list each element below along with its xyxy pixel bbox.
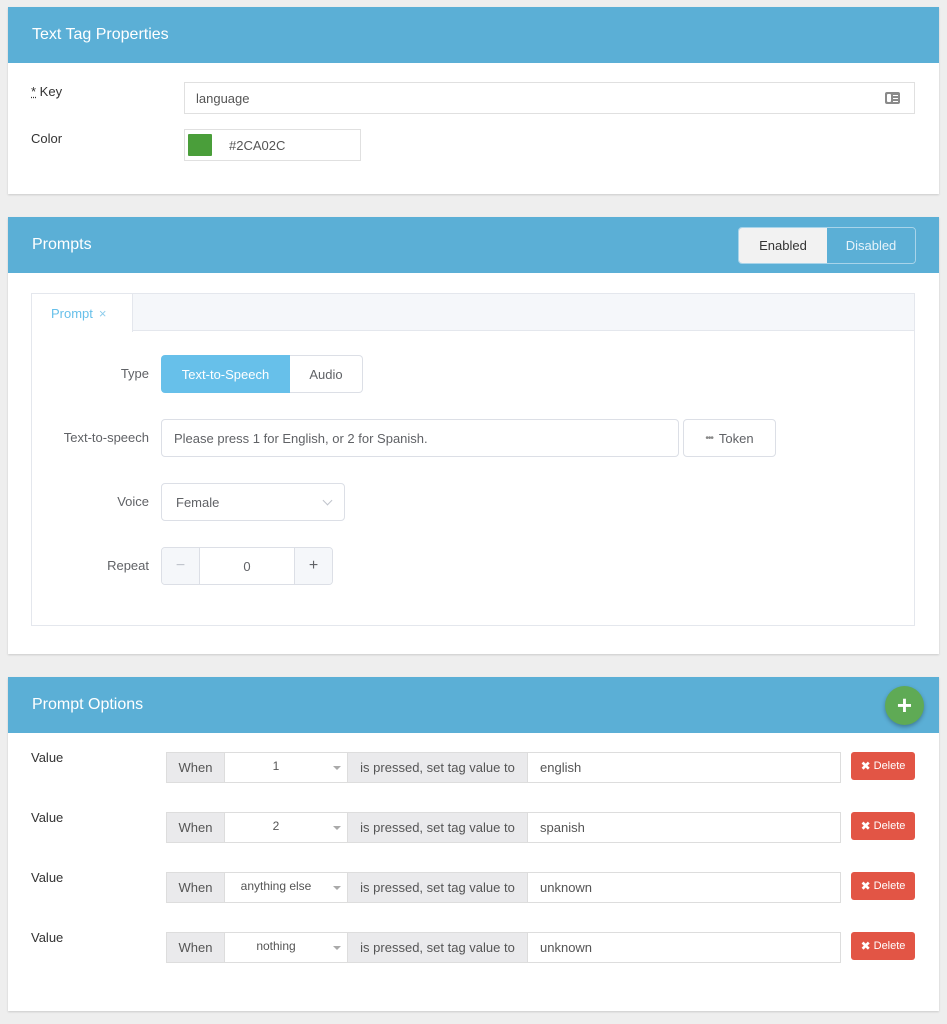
plus-icon: + [896,689,913,720]
text-tag-properties-panel: Text Tag Properties * Key language Color… [8,7,939,194]
delete-label: Delete [873,940,906,952]
caret-down-icon [333,946,341,950]
delete-label: Delete [873,880,906,892]
enabled-toggle[interactable]: Enabled Disabled [738,227,916,264]
tab-label: Prompt [51,305,93,321]
key-select[interactable]: nothing [225,933,348,962]
tab-strip: Prompt × [32,294,914,332]
tag-value: unknown [540,880,593,895]
when-addon: When [167,813,225,842]
type-option-tts[interactable]: Text-to-Speech [161,355,290,393]
tts-input-value: Please press 1 for English, or 2 for Spa… [174,430,428,446]
delete-label: Delete [873,820,906,832]
contact-card-icon[interactable] [885,92,900,104]
type-option-audio[interactable]: Audio [290,355,363,393]
pressed-addon: is pressed, set tag value to [348,753,528,782]
tag-value-input[interactable]: unknown [528,873,840,902]
option-row: Value When nothing is pressed, set tag v… [8,930,939,963]
panel-title: Prompt Options [32,696,144,713]
option-input-group: When anything else is pressed, set tag v… [166,872,841,903]
enabled-button[interactable]: Enabled [739,228,827,263]
key-input[interactable]: language [184,82,915,114]
option-row: Value When anything else is pressed, set… [8,870,939,903]
voice-select[interactable]: Female [161,483,345,521]
caret-down-icon [333,826,341,830]
option-row: Value When 1 is pressed, set tag value t… [8,750,939,783]
close-icon: ✖ [860,879,871,893]
close-icon: ✖ [860,939,871,953]
value-label: Value [31,930,64,945]
chevron-down-icon [322,495,333,506]
panel-header: Prompts Enabled Disabled [8,217,939,273]
repeat-label: Repeat [107,558,149,573]
key-input-value: language [196,90,250,106]
delete-button[interactable]: ✖ Delete [851,932,915,960]
voice-value: Female [176,494,220,510]
panel-title: Text Tag Properties [32,26,169,43]
caret-down-icon [333,886,341,890]
decrement-button[interactable]: − [162,548,200,584]
when-addon: When [167,933,225,962]
key-select[interactable]: 2 [225,813,348,842]
value-label: Value [31,750,64,765]
key-select[interactable]: 1 [225,753,348,782]
delete-label: Delete [873,760,906,772]
tag-value-input[interactable]: unknown [528,933,840,962]
tag-value-input[interactable]: english [528,753,840,782]
pressed-addon: is pressed, set tag value to [348,813,528,842]
key-select-value: 2 [272,819,280,833]
value-label: Value [31,810,64,825]
key-label: * Key [31,84,63,99]
ellipsis-icon: ••• [705,432,713,444]
color-swatch[interactable] [188,134,212,156]
tag-value: unknown [540,940,593,955]
when-addon: When [167,753,225,782]
close-icon: ✖ [860,759,871,773]
prompt-tabs: Prompt × Type Text-to-Speech Audio Text-… [31,293,915,626]
panel-title: Prompts [32,236,92,253]
panel-header: Text Tag Properties [8,7,939,63]
prompt-options-panel: Prompt Options + Value When 1 is pressed… [8,677,939,1011]
when-addon: When [167,873,225,902]
repeat-value[interactable]: 0 [200,548,294,584]
delete-button[interactable]: ✖ Delete [851,752,915,780]
delete-button[interactable]: ✖ Delete [851,812,915,840]
close-icon[interactable]: × [99,306,107,321]
panel-header: Prompt Options + [8,677,939,733]
option-row: Value When 2 is pressed, set tag value t… [8,810,939,843]
token-button[interactable]: ••• Token [683,419,776,457]
voice-label: Voice [117,494,149,509]
value-label: Value [31,870,64,885]
color-value: #2CA02C [229,137,286,153]
increment-button[interactable]: + [294,548,332,584]
key-select-value: nothing [256,939,296,953]
tag-value: english [540,760,582,775]
caret-down-icon [333,766,341,770]
option-input-group: When nothing is pressed, set tag value t… [166,932,841,963]
repeat-stepper: − 0 + [161,547,333,585]
type-segmented-control: Text-to-Speech Audio [161,355,363,393]
key-select-value: anything else [240,879,312,893]
key-select[interactable]: anything else [225,873,348,902]
key-select-value: 1 [272,759,280,773]
option-input-group: When 1 is pressed, set tag value to engl… [166,752,841,783]
option-input-group: When 2 is pressed, set tag value to span… [166,812,841,843]
add-option-button[interactable]: + [885,686,924,725]
tts-input[interactable]: Please press 1 for English, or 2 for Spa… [161,419,679,457]
tag-value: spanish [540,820,585,835]
tts-label: Text-to-speech [63,430,149,445]
disabled-button[interactable]: Disabled [827,228,915,263]
tag-value-input[interactable]: spanish [528,813,840,842]
color-input[interactable]: #2CA02C [184,129,361,161]
close-icon: ✖ [860,819,871,833]
tab-prompt[interactable]: Prompt × [32,294,133,332]
token-label: Token [718,430,754,446]
type-label: Type [120,366,149,381]
pressed-addon: is pressed, set tag value to [348,873,528,902]
delete-button[interactable]: ✖ Delete [851,872,915,900]
pressed-addon: is pressed, set tag value to [348,933,528,962]
color-label: Color [31,131,63,146]
prompts-panel: Prompts Enabled Disabled Prompt × Type T… [8,217,939,654]
